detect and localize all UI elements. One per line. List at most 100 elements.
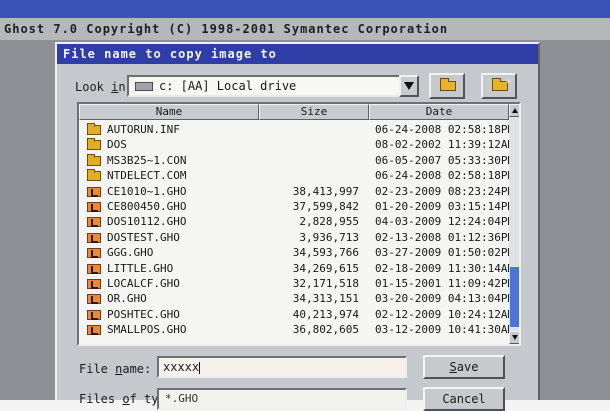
sparkle-icon: ✳ <box>505 76 512 87</box>
file-date-cell: 01-20-2009 03:15:14PM <box>375 199 515 213</box>
file-name-cell: CE1010~1.GHO <box>107 184 187 198</box>
file-size-cell: 34,593,766 <box>292 246 359 260</box>
file-row[interactable]: LOCALCF.GHO 32,171,518 01-15-2001 11:09:42… <box>79 276 514 291</box>
file-name-cell: SMALLPOS.GHO <box>107 323 187 337</box>
file-row[interactable]: GGG.GHO 34,593,766 03-27-2009 01:50:02PM <box>79 245 514 260</box>
file-row[interactable]: MS3B25~1.CON 06-05-2007 05:33:30PM <box>79 153 514 168</box>
file-row[interactable]: SMALLPOS.GHO 36,802,605 03-12-2009 10:41:3… <box>79 322 514 337</box>
file-name-cell: DOS <box>107 138 127 152</box>
file-date-cell: 03-12-2009 10:41:30AM <box>375 323 515 337</box>
text-caret <box>199 361 201 374</box>
file-name-input[interactable]: xxxxx <box>157 356 407 378</box>
file-date-cell: 06-05-2007 05:33:30PM <box>375 153 515 167</box>
column-header-size[interactable]: Size <box>259 104 369 120</box>
save-button-label: ave <box>456 360 479 374</box>
scroll-down-button[interactable] <box>509 331 519 344</box>
ghost-title-bar: Ghost 7.0 Copyright (C) 1998-2001 Symant… <box>0 18 610 40</box>
folder-icon <box>87 153 101 166</box>
file-name-label-text-end: ame: <box>122 362 152 376</box>
file-name-label: File name: <box>79 362 151 376</box>
file-size-cell: 34,313,151 <box>292 292 359 306</box>
desktop-top-strip <box>0 0 610 18</box>
file-row[interactable]: NTDELECT.COM 06-24-2008 02:58:18PM <box>79 168 514 183</box>
column-header-name[interactable]: Name <box>79 104 259 120</box>
file-date-cell: 02-13-2008 01:12:36PM <box>375 230 515 244</box>
file-row[interactable]: DOS 08-02-2002 11:39:12AM <box>79 137 514 152</box>
dialog-title: File name to copy image to <box>57 44 538 64</box>
scroll-up-button[interactable] <box>509 104 519 117</box>
file-row[interactable]: AUTORUN.INF 06-24-2008 02:58:18PM <box>79 122 514 137</box>
file-name-cell: AUTORUN.INF <box>107 123 180 136</box>
files-of-type-label-text: Files <box>79 392 123 406</box>
file-name-label-text: File <box>79 362 116 376</box>
file-date-cell: 08-02-2002 11:39:12AM <box>375 138 515 152</box>
file-date-cell: 02-12-2009 10:24:12AM <box>375 307 515 321</box>
file-name-cell: LITTLE.GHO <box>107 261 174 275</box>
cancel-button[interactable]: Cancel <box>423 387 505 411</box>
vertical-scrollbar[interactable] <box>509 104 519 344</box>
files-of-type-select[interactable]: *.GHO <box>157 388 407 410</box>
file-size-cell: 36,802,605 <box>292 323 359 337</box>
gho-file-icon <box>87 263 101 274</box>
file-size-cell: 40,213,974 <box>292 307 359 321</box>
file-date-cell: 06-24-2008 02:58:18PM <box>375 123 515 136</box>
file-name-cell: POSHTEC.GHO <box>107 307 180 321</box>
column-header-date[interactable]: Date <box>369 104 509 120</box>
file-rows: AUTORUN.INF 06-24-2008 02:58:18PM DOS 08-02… <box>79 122 514 337</box>
file-date-cell: 03-20-2009 04:13:04PM <box>375 292 515 306</box>
folder-icon <box>87 169 101 182</box>
file-row[interactable]: DOSTEST.GHO 3,936,713 02-13-2008 01:12:36P… <box>79 230 514 245</box>
file-name-cell: OR.GHO <box>107 292 147 306</box>
save-image-dialog: File name to copy image to Look in: c: [… <box>55 42 540 411</box>
file-date-cell: 06-24-2008 02:58:18PM <box>375 169 515 183</box>
file-date-cell: 03-27-2009 01:50:02PM <box>375 246 515 260</box>
folder-up-icon <box>440 78 456 91</box>
file-row[interactable]: DOS10112.GHO 2,828,955 04-03-2009 12:24:04… <box>79 214 514 229</box>
gho-file-icon <box>87 278 101 289</box>
file-list[interactable]: Name Size Date AUTORUN.INF 06-24-2008 02:… <box>77 102 521 346</box>
save-button[interactable]: Save <box>423 355 505 379</box>
files-of-type-label-hotkey: o <box>122 392 130 406</box>
hard-drive-icon <box>135 82 153 91</box>
file-size-cell: 37,599,842 <box>292 199 359 213</box>
file-name-cell: MS3B25~1.CON <box>107 153 187 167</box>
file-name-value: xxxxx <box>163 360 200 374</box>
file-name-cell: GGG.GHO <box>107 246 154 260</box>
look-in-value: c: [AA] Local drive <box>159 79 297 93</box>
look-in-dropdown-button[interactable] <box>399 75 419 97</box>
save-button-hotkey: S <box>449 360 457 374</box>
file-date-cell: 02-18-2009 11:30:14AM <box>375 261 515 275</box>
look-in-label: Look in: <box>75 80 133 94</box>
file-date-cell: 02-23-2009 08:23:24PM <box>375 184 515 198</box>
gho-file-icon <box>87 186 101 197</box>
folder-icon <box>87 138 101 151</box>
new-folder-button[interactable]: ✳ <box>481 73 517 99</box>
gho-file-icon <box>87 248 101 259</box>
gho-file-icon <box>87 294 101 305</box>
file-date-cell: 04-03-2009 12:24:04PM <box>375 215 515 229</box>
file-row[interactable]: CE1010~1.GHO 38,413,997 02-23-2009 08:23:2… <box>79 184 514 199</box>
file-row[interactable]: LITTLE.GHO 34,269,615 02-18-2009 11:30:14A… <box>79 261 514 276</box>
file-name-cell: LOCALCF.GHO <box>107 276 180 290</box>
look-in-label-text: Look <box>75 80 112 94</box>
file-size-cell: 34,269,615 <box>292 261 359 275</box>
scroll-thumb[interactable] <box>510 266 519 327</box>
file-size-cell: 38,413,997 <box>292 184 359 198</box>
file-row[interactable]: OR.GHO 34,313,151 03-20-2009 04:13:04PM <box>79 291 514 306</box>
file-size-cell: 2,828,955 <box>299 215 359 229</box>
gho-file-icon <box>87 201 101 212</box>
gho-file-icon <box>87 232 101 243</box>
look-in-select[interactable]: c: [AA] Local drive <box>127 75 417 97</box>
file-date-cell: 01-15-2001 11:09:42PM <box>375 276 515 290</box>
file-size-cell: 32,171,518 <box>292 276 359 290</box>
file-name-cell: DOSTEST.GHO <box>107 230 180 244</box>
file-name-cell: DOS10112.GHO <box>107 215 187 229</box>
gho-file-icon <box>87 217 101 228</box>
folder-icon <box>87 123 101 135</box>
screen-background: Ghost 7.0 Copyright (C) 1998-2001 Symant… <box>0 0 610 411</box>
file-row[interactable]: CE800450.GHO 37,599,842 01-20-2009 03:15:1… <box>79 199 514 214</box>
gho-file-icon <box>87 325 101 336</box>
file-name-cell: CE800450.GHO <box>107 199 187 213</box>
file-row[interactable]: POSHTEC.GHO 40,213,974 02-12-2009 10:24:12… <box>79 307 514 322</box>
up-one-level-button[interactable] <box>429 73 465 99</box>
